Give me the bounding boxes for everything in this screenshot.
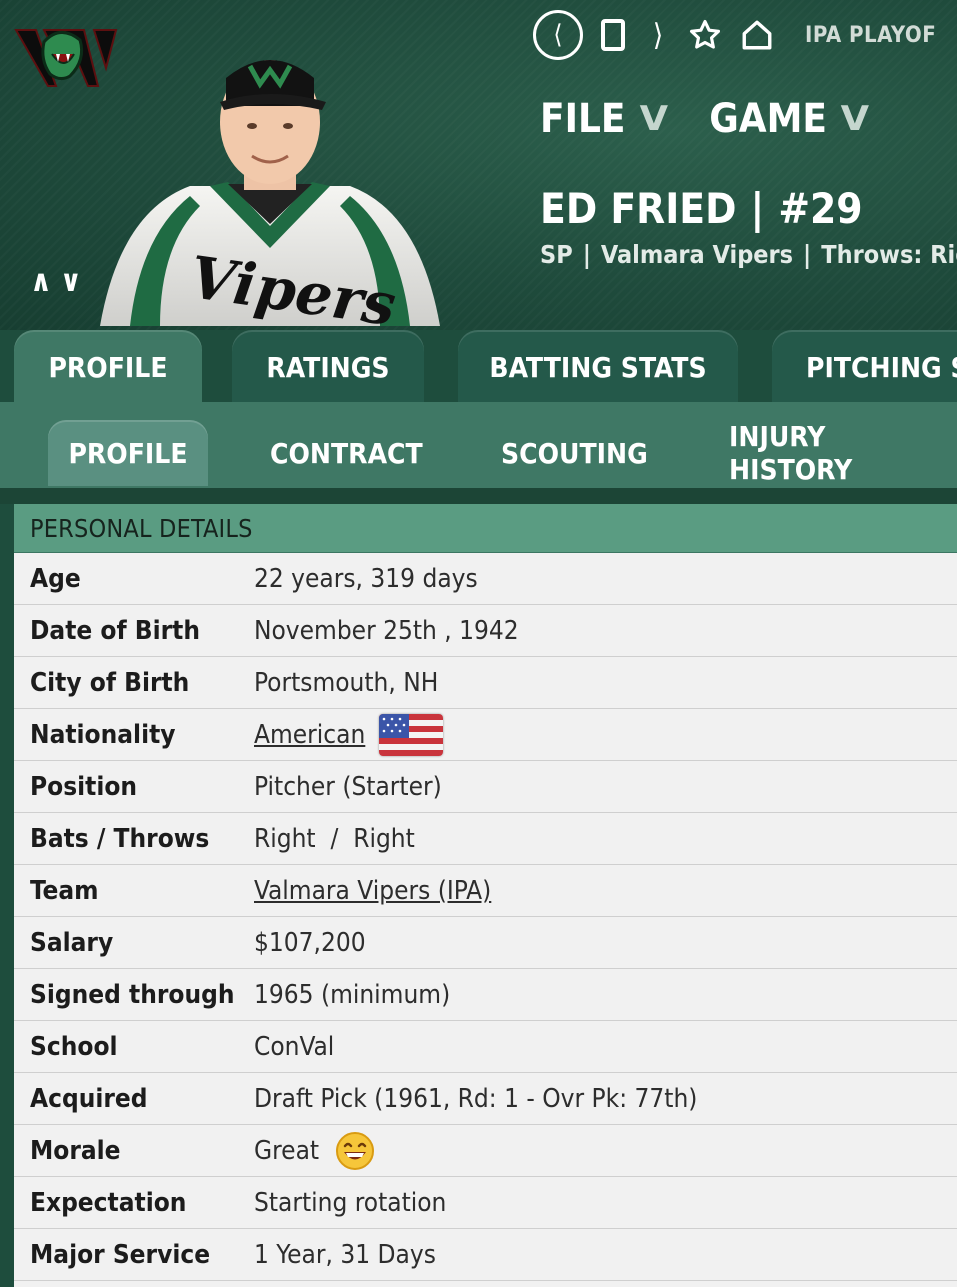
- subtab-contract[interactable]: CONTRACT: [270, 420, 423, 486]
- star-icon[interactable]: [685, 15, 725, 55]
- row-value: Starting rotation: [254, 1187, 447, 1218]
- row-value: 1 Year, 31 Days: [254, 1239, 436, 1270]
- row-value: Pitcher (Starter): [254, 771, 442, 802]
- detail-row-bats-throws: Bats / Throws Right / Right: [14, 813, 957, 865]
- next-player-button[interactable]: ∨: [60, 264, 90, 299]
- player-position: SP: [540, 240, 573, 269]
- detail-row-team: Team Valmara Vipers (IPA): [14, 865, 957, 917]
- file-menu-label: FILE: [540, 96, 626, 142]
- player-team: Valmara Vipers: [600, 240, 794, 269]
- section-title: PERSONAL DETAILS: [14, 504, 957, 553]
- detail-row-acquired: Acquired Draft Pick (1961, Rd: 1 - Ovr P…: [14, 1073, 957, 1125]
- row-value: Valmara Vipers (IPA): [254, 876, 491, 906]
- morale-value: Great: [254, 1135, 320, 1166]
- nationality-link[interactable]: American: [254, 720, 365, 750]
- row-value: Portsmouth, NH: [254, 667, 439, 698]
- team-link[interactable]: Valmara Vipers (IPA): [254, 876, 491, 906]
- row-label: Date of Birth: [30, 615, 200, 646]
- detail-row-school: School ConVal: [14, 1021, 957, 1073]
- row-value: 22 years, 319 days: [254, 563, 478, 594]
- grinning-face-icon: [336, 1131, 375, 1170]
- row-label: Nationality: [30, 719, 176, 750]
- player-header: Vipers ∧∨ ⟨ ⟩ IPA PLAYOF FILE V GAME V E…: [0, 0, 957, 330]
- chevron-down-icon: V: [639, 99, 668, 139]
- row-label: Team: [30, 875, 99, 906]
- back-icon[interactable]: ⟨: [533, 10, 583, 60]
- tab-profile[interactable]: PROFILE: [14, 330, 202, 404]
- separator: |: [750, 184, 765, 233]
- row-label: Major Service: [30, 1239, 211, 1270]
- detail-row-expectation: Expectation Starting rotation: [14, 1177, 957, 1229]
- detail-row-age: Age 22 years, 319 days: [14, 553, 957, 605]
- tab-ratings[interactable]: RATINGS: [232, 330, 424, 404]
- subtab-profile[interactable]: PROFILE: [48, 420, 208, 486]
- player-throws: Throws: Rig: [821, 240, 957, 269]
- row-value: 1965 (minimum): [254, 979, 451, 1010]
- row-label: City of Birth: [30, 667, 190, 698]
- forward-icon[interactable]: ⟩: [643, 15, 673, 55]
- row-label: School: [30, 1031, 118, 1062]
- detail-row-signed-through: Signed through 1965 (minimum): [14, 969, 957, 1021]
- detail-row-position: Position Pitcher (Starter): [14, 761, 957, 813]
- row-label: Position: [30, 771, 138, 802]
- tab-pitching-stats[interactable]: PITCHING S: [772, 330, 957, 404]
- row-value: Right / Right: [254, 823, 415, 854]
- row-value: Draft Pick (1961, Rd: 1 - Ovr Pk: 77th): [254, 1083, 698, 1114]
- detail-row-city-of-birth: City of Birth Portsmouth, NH: [14, 657, 957, 709]
- row-label: Acquired: [30, 1083, 148, 1114]
- secondary-tabs: PROFILE CONTRACT SCOUTING INJURY HISTORY: [0, 402, 957, 490]
- detail-row-nationality: Nationality American: [14, 709, 957, 761]
- separator: |: [803, 240, 812, 269]
- primary-tabs: PROFILE RATINGS BATTING STATS PITCHING S: [0, 330, 957, 404]
- row-label: Salary: [30, 927, 114, 958]
- separator: |: [582, 240, 591, 269]
- detail-row-date-of-birth: Date of Birth November 25th , 1942: [14, 605, 957, 657]
- row-label: Age: [30, 563, 81, 594]
- detail-row-salary: Salary $107,200: [14, 917, 957, 969]
- row-value: ConVal: [254, 1031, 335, 1062]
- us-flag-icon: [379, 713, 444, 756]
- player-number: #29: [778, 184, 863, 233]
- divider: [0, 488, 957, 504]
- player-name: ED FRIED: [540, 184, 737, 233]
- row-value: Great: [254, 1131, 375, 1171]
- main-menu: FILE V GAME V: [540, 96, 911, 142]
- chevron-down-icon: V: [840, 99, 870, 139]
- subtab-injury-history[interactable]: INJURY HISTORY: [729, 420, 957, 486]
- player-nav-arrows: ∧∨: [30, 264, 90, 299]
- previous-player-button[interactable]: ∧: [30, 264, 60, 299]
- row-value: $107,200: [254, 927, 366, 958]
- subtab-scouting[interactable]: SCOUTING: [501, 420, 648, 486]
- row-label: Bats / Throws: [30, 823, 210, 854]
- player-subtitle: SP | Valmara Vipers | Throws: Rig: [540, 240, 957, 269]
- league-label[interactable]: IPA PLAYOF: [805, 23, 936, 48]
- row-label: Morale: [30, 1135, 121, 1166]
- game-menu[interactable]: GAME V: [709, 96, 870, 142]
- row-value: November 25th , 1942: [254, 615, 519, 646]
- home-icon[interactable]: [737, 15, 777, 55]
- tab-batting-stats[interactable]: BATTING STATS: [458, 330, 738, 404]
- row-label: Expectation: [30, 1187, 187, 1218]
- file-menu[interactable]: FILE V: [540, 96, 668, 142]
- personal-details-panel: PERSONAL DETAILS Age 22 years, 319 days …: [14, 504, 957, 1287]
- top-navigation: ⟨ ⟩ IPA PLAYOF: [533, 10, 936, 60]
- player-portrait: Vipers: [100, 60, 440, 326]
- row-value: American: [254, 713, 444, 756]
- detail-row-morale: Morale Great: [14, 1125, 957, 1177]
- detail-row-major-service: Major Service 1 Year, 31 Days: [14, 1229, 957, 1281]
- player-name-heading: ED FRIED | #29: [540, 184, 863, 233]
- game-menu-label: GAME: [709, 96, 827, 142]
- page-icon[interactable]: [595, 15, 631, 55]
- row-label: Signed through: [30, 979, 235, 1010]
